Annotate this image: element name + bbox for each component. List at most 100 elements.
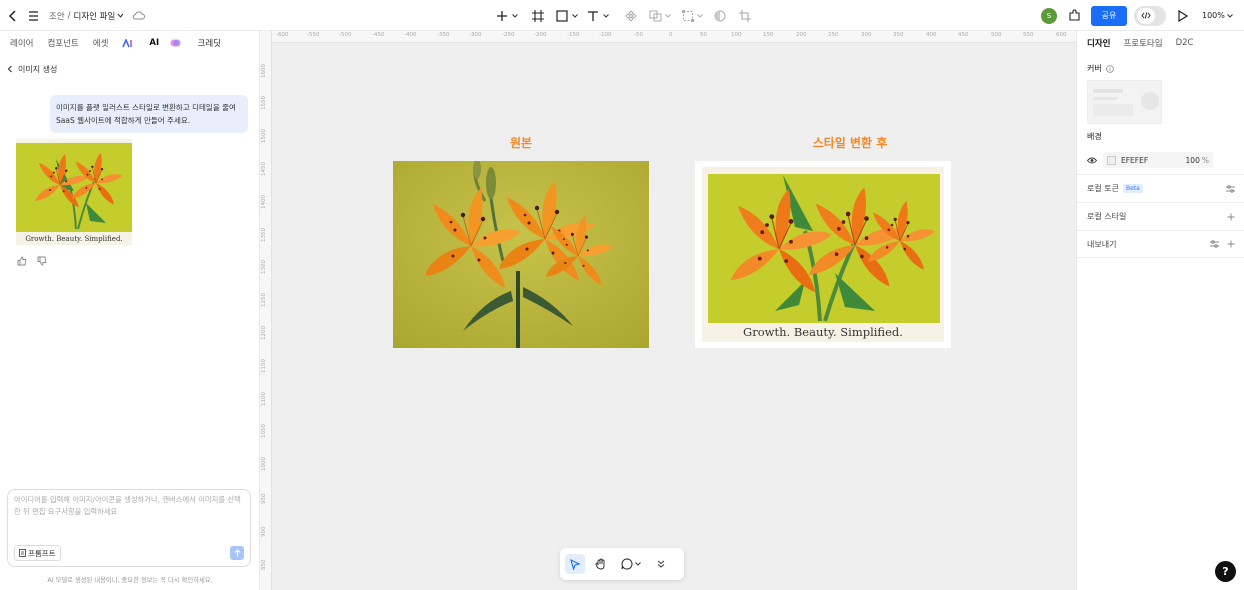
background-fill-field[interactable]: EFEFEF 100 % xyxy=(1103,152,1213,168)
cloud-sync-icon xyxy=(132,11,146,20)
export-row[interactable]: 내보내기 xyxy=(1077,230,1244,258)
right-panel: 디자인 프로토타입 D2C 커버 배경 EFEFEF 100 % 로컬 토큰 B… xyxy=(1076,31,1244,590)
tab-assets[interactable]: 에셋 xyxy=(93,37,109,49)
top-bar: 조안 / 디자인 파일 S 공유 100% xyxy=(0,0,1244,31)
plus-icon[interactable] xyxy=(1227,240,1235,248)
add-tool[interactable] xyxy=(496,0,518,31)
eye-icon[interactable] xyxy=(1087,157,1097,164)
tab-design[interactable]: 디자인 xyxy=(1087,37,1110,49)
local-tokens-row[interactable]: 로컬 토큰 Beta xyxy=(1077,174,1244,202)
vector-edit-icon[interactable] xyxy=(682,9,694,22)
plugin-icon[interactable] xyxy=(1068,9,1081,22)
original-image[interactable] xyxy=(393,161,649,348)
local-styles-row[interactable]: 로컬 스타일 xyxy=(1077,202,1244,230)
send-button[interactable] xyxy=(230,546,244,560)
info-icon[interactable] xyxy=(1105,64,1114,73)
select-tool[interactable] xyxy=(565,554,585,574)
chevron-down-icon[interactable] xyxy=(603,13,609,18)
thumbs-down-icon[interactable] xyxy=(37,256,47,266)
canvas-toolbar xyxy=(560,548,684,580)
ruler-tick: -550 xyxy=(307,32,320,38)
chevron-down-icon[interactable] xyxy=(635,562,641,566)
boolean-group-icon[interactable] xyxy=(649,10,662,22)
original-frame-title[interactable]: 원본 xyxy=(493,134,549,151)
ruler-tick: 400 xyxy=(926,32,937,38)
ruler-tick: 1100 xyxy=(261,392,267,406)
prompt-input[interactable] xyxy=(14,494,244,534)
tab-ai[interactable]: AI xyxy=(122,38,173,48)
rectangle-tool-icon[interactable] xyxy=(556,9,568,22)
ruler-tick: 900 xyxy=(261,526,267,538)
plus-icon[interactable] xyxy=(496,10,508,22)
chevron-down-icon[interactable] xyxy=(572,13,578,18)
local-styles-label: 로컬 스타일 xyxy=(1087,212,1127,221)
tab-prototype[interactable]: 프로토타입 xyxy=(1123,37,1162,49)
background-row: EFEFEF 100 % xyxy=(1087,152,1213,168)
component-icon[interactable] xyxy=(625,9,637,22)
background-opacity[interactable]: 100 xyxy=(1186,156,1200,165)
cover-thumbnail[interactable] xyxy=(1087,80,1162,124)
styled-caption: Growth. Beauty. Simplified. xyxy=(743,325,903,339)
panel-title: 이미지 생성 xyxy=(18,64,58,74)
user-message: 이미지를 플랫 일러스트 스타일로 변환하고 디테일을 줄여 SaaS 웹사이트… xyxy=(50,95,248,133)
feedback-row xyxy=(17,256,47,266)
credit-button[interactable]: 크레딧 xyxy=(170,37,235,49)
background-hex[interactable]: EFEFEF xyxy=(1121,156,1148,165)
crop-icon[interactable] xyxy=(739,9,751,22)
ruler-tick: -50 xyxy=(634,32,643,38)
cursor-icon xyxy=(570,558,580,570)
chevron-down-icon[interactable] xyxy=(117,13,124,18)
avatar[interactable]: S xyxy=(1041,7,1057,24)
tab-components[interactable]: 컴포넌트 xyxy=(47,37,78,49)
chevron-left-icon[interactable] xyxy=(7,65,13,73)
back-chevron-icon[interactable] xyxy=(8,9,18,22)
mask-icon[interactable] xyxy=(714,10,726,22)
ruler-tick: 1500 xyxy=(261,129,267,143)
chevron-down-icon[interactable] xyxy=(1227,13,1233,18)
ruler-tick: 100 xyxy=(731,32,742,38)
play-icon[interactable] xyxy=(1178,9,1188,22)
styled-image[interactable]: Growth. Beauty. Simplified. xyxy=(695,161,951,348)
prompt-button[interactable]: 프롬프트 xyxy=(14,545,61,561)
comment-icon xyxy=(621,558,633,570)
plus-icon[interactable] xyxy=(1227,213,1235,221)
comment-tool[interactable] xyxy=(617,554,645,574)
dev-mode-toggle[interactable] xyxy=(1134,5,1166,26)
breadcrumb-user[interactable]: 조안 xyxy=(49,10,65,22)
background-swatch[interactable] xyxy=(1107,155,1116,165)
canvas[interactable]: -600 -550 -500 -450 -400 -350 -300 -250 … xyxy=(260,31,1076,590)
ruler-tick: 500 xyxy=(991,32,1002,38)
tab-d2c[interactable]: D2C xyxy=(1176,38,1194,48)
chevron-down-icon[interactable] xyxy=(512,13,518,18)
ruler-tick: 250 xyxy=(828,32,839,38)
ai-logo-icon xyxy=(122,38,133,48)
cover-section: 커버 xyxy=(1087,63,1114,74)
ruler-tick: -250 xyxy=(502,32,515,38)
help-button[interactable]: ? xyxy=(1215,561,1236,582)
ruler-tick: 150 xyxy=(763,32,774,38)
ruler-tick: -350 xyxy=(437,32,450,38)
sliders-icon[interactable] xyxy=(1226,184,1235,193)
back-to-image-gen[interactable]: 이미지 생성 xyxy=(0,55,259,83)
more-tools[interactable] xyxy=(651,554,671,574)
frame-tool-icon[interactable] xyxy=(532,9,544,22)
share-button[interactable]: 공유 xyxy=(1091,5,1127,26)
prompt-input-box: 프롬프트 xyxy=(7,489,251,567)
chevron-down-icon[interactable] xyxy=(665,13,671,18)
thumbs-up-icon[interactable] xyxy=(17,256,27,266)
styled-frame-title[interactable]: 스타일 변환 후 xyxy=(780,134,920,151)
tab-layers[interactable]: 레이어 xyxy=(10,37,33,49)
left-panel-tabs: 레이어 컴포넌트 에셋 AI 크레딧 xyxy=(0,31,259,55)
chevron-down-icon[interactable] xyxy=(697,13,703,18)
generated-image[interactable]: Growth. Beauty. Simplified. xyxy=(16,139,132,245)
menu-icon[interactable] xyxy=(28,10,39,21)
ruler-tick: 850 xyxy=(261,559,267,571)
code-icon xyxy=(1137,7,1155,24)
text-tool-icon[interactable] xyxy=(587,10,599,22)
zoom-control[interactable]: 100% xyxy=(1202,0,1233,31)
hand-tool[interactable] xyxy=(591,554,611,574)
ruler-tick: -100 xyxy=(599,32,612,38)
sliders-icon[interactable] xyxy=(1210,240,1219,248)
file-name[interactable]: 디자인 파일 xyxy=(74,10,116,22)
zoom-value: 100% xyxy=(1202,11,1225,20)
